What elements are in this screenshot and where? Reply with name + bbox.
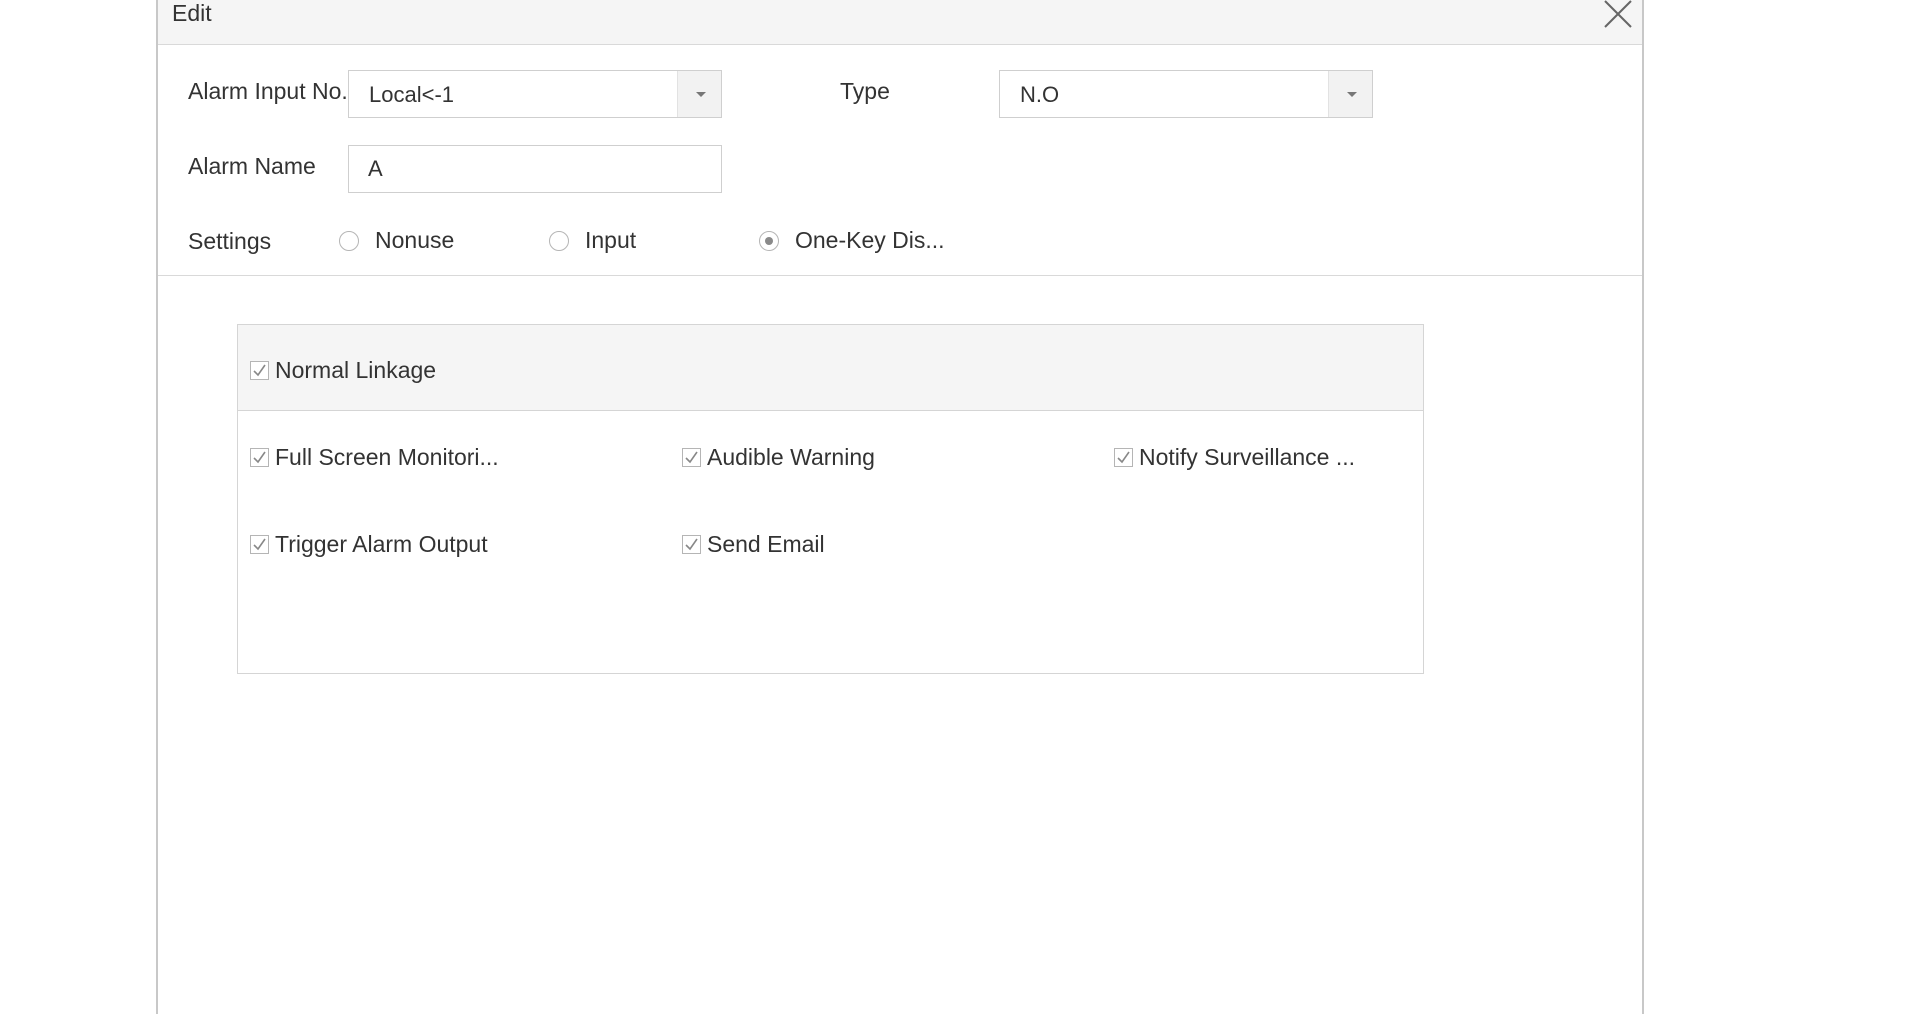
alarm-input-no-select[interactable]: Local<-1 [348, 70, 722, 118]
alarm-input-no-value: Local<-1 [369, 82, 455, 107]
chevron-down-icon[interactable] [677, 71, 721, 117]
type-value: N.O [1020, 82, 1060, 107]
alarm-name-label: Alarm Name [188, 153, 316, 179]
radio-nonuse[interactable]: Nonuse [339, 227, 454, 254]
radio-circle-icon [339, 230, 359, 251]
alarm-input-no-label: Alarm Input No. [188, 78, 348, 104]
radio-input[interactable]: Input [549, 227, 636, 254]
radio-one-key-disarm[interactable]: One-Key Dis... [759, 227, 945, 254]
send-email-label: Send Email [707, 531, 825, 557]
checkbox-checked-icon [250, 448, 269, 467]
checkbox-checked-icon [682, 448, 701, 467]
send-email-checkbox[interactable]: Send Email [682, 531, 825, 558]
section-divider [158, 275, 1642, 276]
radio-selected-icon [759, 230, 779, 251]
linkage-panel: Normal Linkage Full Screen Monitori... A… [237, 324, 1424, 674]
radio-input-label: Input [585, 227, 637, 253]
notify-surveillance-label: Notify Surveillance ... [1139, 444, 1356, 470]
edit-dialog: Edit Alarm Input No. Local<-1 Type N.O A… [156, 0, 1644, 1014]
full-screen-monitoring-label: Full Screen Monitori... [275, 444, 499, 470]
trigger-alarm-output-checkbox[interactable]: Trigger Alarm Output [250, 531, 488, 558]
normal-linkage-checkbox[interactable]: Normal Linkage [250, 357, 436, 384]
radio-one-key-disarm-label: One-Key Dis... [795, 227, 945, 253]
alarm-name-input[interactable] [348, 145, 722, 193]
audible-warning-label: Audible Warning [707, 444, 875, 470]
audible-warning-checkbox[interactable]: Audible Warning [682, 444, 875, 471]
dialog-titlebar: Edit [158, 0, 1642, 45]
type-select[interactable]: N.O [999, 70, 1373, 118]
settings-label: Settings [188, 228, 272, 254]
full-screen-monitoring-checkbox[interactable]: Full Screen Monitori... [250, 444, 499, 471]
checkbox-checked-icon [1114, 448, 1133, 467]
trigger-alarm-output-label: Trigger Alarm Output [275, 531, 488, 557]
close-icon[interactable] [1602, 0, 1634, 30]
radio-nonuse-label: Nonuse [375, 227, 455, 253]
checkbox-checked-icon [250, 535, 269, 554]
checkbox-checked-icon [250, 361, 269, 380]
notify-surveillance-checkbox[interactable]: Notify Surveillance ... [1114, 444, 1355, 471]
radio-circle-icon [549, 230, 569, 251]
linkage-header: Normal Linkage [238, 325, 1423, 411]
dialog-title: Edit [172, 0, 212, 26]
checkbox-checked-icon [682, 535, 701, 554]
chevron-down-icon[interactable] [1328, 71, 1372, 117]
normal-linkage-label: Normal Linkage [275, 357, 437, 383]
type-label: Type [840, 78, 890, 104]
